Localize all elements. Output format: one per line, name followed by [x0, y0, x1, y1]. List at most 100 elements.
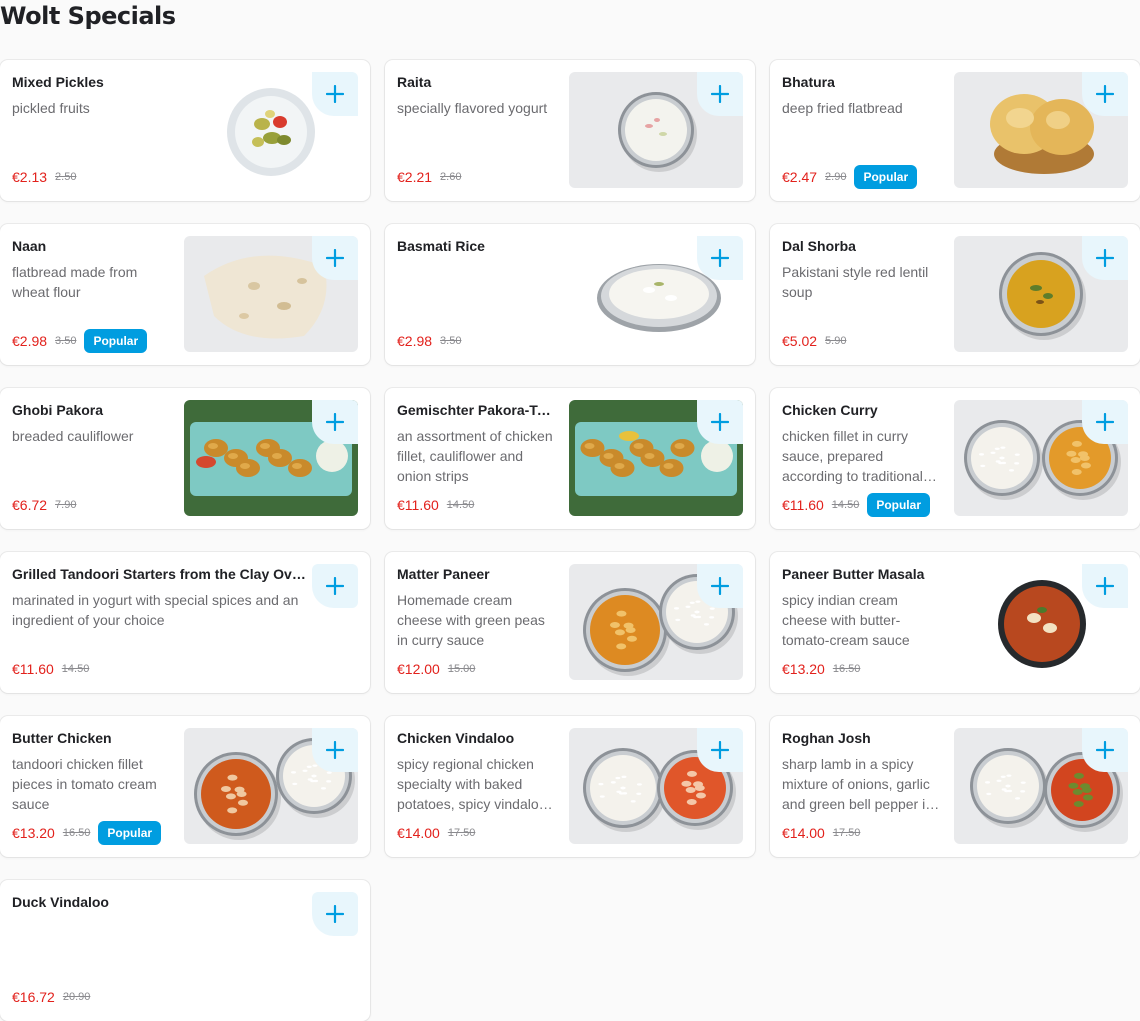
- add-to-order-button[interactable]: [697, 564, 743, 608]
- plus-icon: [326, 577, 344, 595]
- add-to-order-button[interactable]: [312, 236, 358, 280]
- menu-item-original-price: 2.90: [825, 171, 847, 183]
- add-to-order-button[interactable]: [1082, 400, 1128, 444]
- menu-item-original-price: 5.90: [825, 335, 847, 347]
- plus-icon: [711, 413, 729, 431]
- menu-item-card[interactable]: Naan flatbread made from wheat flour €2.…: [0, 224, 370, 365]
- menu-item-price: €2.21: [397, 169, 433, 185]
- menu-item-name: Roghan Josh: [782, 730, 871, 746]
- add-to-order-button[interactable]: [697, 236, 743, 280]
- menu-item-card[interactable]: Dal Shorba Pakistani style red lentil so…: [770, 224, 1140, 365]
- menu-item-card[interactable]: Butter Chicken tandoori chicken fillet p…: [0, 716, 370, 857]
- menu-item-price-row: €2.98 3.50 Popular: [12, 329, 148, 353]
- menu-item-name: Naan: [12, 238, 47, 254]
- add-to-order-button[interactable]: [312, 564, 358, 608]
- menu-item-description: flatbread made from wheat flour: [12, 264, 138, 300]
- menu-item-name: Butter Chicken: [12, 730, 112, 746]
- menu-item-card[interactable]: Chicken Curry chicken fillet in curry sa…: [770, 388, 1140, 529]
- menu-item-price-row: €11.60 14.50 Popular: [782, 493, 930, 517]
- menu-item-price: €2.98: [397, 333, 433, 349]
- menu-item-price-row: €2.13 2.50: [12, 165, 76, 189]
- menu-item-name: Grilled Tandoori Starters from the Clay …: [12, 566, 308, 582]
- menu-item-card[interactable]: Paneer Butter Masala spicy indian cream …: [770, 552, 1140, 693]
- add-to-order-button[interactable]: [697, 728, 743, 772]
- menu-item-card[interactable]: Raita specially flavored yogurt €2.21 2.…: [385, 60, 755, 201]
- menu-item-price-row: €12.00 15.00: [397, 657, 475, 681]
- menu-item-price: €14.00: [397, 825, 440, 841]
- menu-item-price-row: €16.72 20.90: [12, 985, 90, 1009]
- menu-item-name: Gemischter Pakora-Teller: [397, 402, 555, 418]
- popular-badge: Popular: [854, 165, 918, 189]
- menu-item-description: sharp lamb in a spicy mixture of onions,…: [782, 756, 934, 812]
- menu-item-original-price: 16.50: [62, 827, 91, 839]
- add-to-order-button[interactable]: [1082, 236, 1128, 280]
- menu-item-description: Homemade cream cheese with green peas in…: [397, 592, 545, 648]
- menu-item-name: Basmati Rice: [397, 238, 485, 254]
- menu-item-name: Chicken Vindaloo: [397, 730, 515, 746]
- menu-item-price-row: €13.20 16.50: [782, 657, 860, 681]
- menu-item-price: €5.02: [782, 333, 818, 349]
- menu-item-card[interactable]: Chicken Vindaloo spicy regional chicken …: [385, 716, 755, 857]
- plus-icon: [1096, 413, 1114, 431]
- add-to-order-button[interactable]: [1082, 728, 1128, 772]
- menu-item-card[interactable]: Matter Paneer Homemade cream cheese with…: [385, 552, 755, 693]
- plus-icon: [1096, 577, 1114, 595]
- menu-item-price: €11.60: [12, 661, 54, 677]
- menu-item-price: €11.60: [782, 497, 824, 513]
- menu-item-original-price: 15.00: [447, 663, 476, 675]
- menu-item-price-row: €11.60 14.50: [397, 493, 474, 517]
- menu-item-description: an assortment of chicken fillet, caulifl…: [397, 428, 553, 484]
- menu-item-card[interactable]: Ghobi Pakora breaded cauliflower €6.72 7…: [0, 388, 370, 529]
- menu-item-price: €2.98: [12, 333, 48, 349]
- menu-item-card[interactable]: Mixed Pickles pickled fruits €2.13 2.50: [0, 60, 370, 201]
- add-to-order-button[interactable]: [312, 892, 358, 936]
- add-to-order-button[interactable]: [312, 400, 358, 444]
- plus-icon: [326, 85, 344, 103]
- menu-item-original-price: 3.50: [440, 335, 462, 347]
- menu-item-original-price: 14.50: [831, 499, 860, 511]
- plus-icon: [711, 741, 729, 759]
- add-to-order-button[interactable]: [697, 72, 743, 116]
- popular-badge: Popular: [98, 821, 162, 845]
- add-to-order-button[interactable]: [312, 72, 358, 116]
- menu-item-price: €13.20: [12, 825, 55, 841]
- menu-item-price-row: €14.00 17.50: [782, 821, 860, 845]
- menu-item-card[interactable]: Basmati Rice €2.98 3.50: [385, 224, 755, 365]
- menu-item-original-price: 2.50: [55, 171, 77, 183]
- menu-item-price: €2.13: [12, 169, 48, 185]
- menu-item-description: tandoori chicken fillet pieces in tomato…: [12, 756, 157, 812]
- menu-item-name: Ghobi Pakora: [12, 402, 104, 418]
- menu-item-grid: Mixed Pickles pickled fruits €2.13 2.50 …: [0, 60, 1140, 1021]
- menu-item-description: spicy indian cream cheese with butter-to…: [782, 592, 910, 648]
- menu-item-original-price: 16.50: [832, 663, 861, 675]
- menu-item-original-price: 2.60: [440, 171, 462, 183]
- add-to-order-button[interactable]: [312, 728, 358, 772]
- plus-icon: [326, 741, 344, 759]
- menu-item-price-row: €14.00 17.50: [397, 821, 475, 845]
- menu-item-original-price: 20.90: [62, 991, 91, 1003]
- menu-item-price: €13.20: [782, 661, 825, 677]
- add-to-order-button[interactable]: [1082, 72, 1128, 116]
- menu-item-price: €16.72: [12, 989, 55, 1005]
- add-to-order-button[interactable]: [697, 400, 743, 444]
- plus-icon: [711, 85, 729, 103]
- menu-item-description: spicy regional chicken specialty with ba…: [397, 756, 547, 812]
- plus-icon: [1096, 249, 1114, 267]
- menu-item-name: Bhatura: [782, 74, 835, 90]
- menu-item-card[interactable]: Duck Vindaloo €16.72 20.90: [0, 880, 370, 1021]
- menu-item-original-price: 14.50: [446, 499, 475, 511]
- plus-icon: [326, 249, 344, 267]
- add-to-order-button[interactable]: [1082, 564, 1128, 608]
- plus-icon: [711, 249, 729, 267]
- menu-item-card[interactable]: Gemischter Pakora-Teller an assortment o…: [385, 388, 755, 529]
- menu-item-name: Paneer Butter Masala: [782, 566, 925, 582]
- menu-item-card[interactable]: Roghan Josh sharp lamb in a spicy mixtur…: [770, 716, 1140, 857]
- plus-icon: [326, 413, 344, 431]
- menu-item-description: pickled fruits: [12, 100, 90, 116]
- menu-item-price-row: €2.47 2.90 Popular: [782, 165, 918, 189]
- popular-badge: Popular: [867, 493, 930, 517]
- plus-icon: [1096, 741, 1114, 759]
- menu-item-name: Mixed Pickles: [12, 74, 104, 90]
- menu-item-card[interactable]: Grilled Tandoori Starters from the Clay …: [0, 552, 370, 693]
- menu-item-card[interactable]: Bhatura deep fried flatbread €2.47 2.90 …: [770, 60, 1140, 201]
